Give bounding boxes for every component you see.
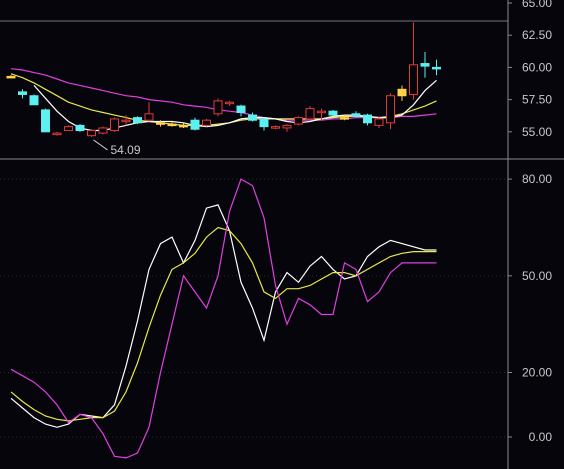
osc-tick-label: 20.00	[522, 366, 552, 380]
candle-body	[374, 118, 384, 126]
price-tick-label: 60.00	[522, 60, 552, 74]
candle-body	[213, 100, 223, 115]
osc-tick-label: 0.00	[529, 430, 553, 444]
candle-body	[52, 132, 62, 136]
candle-body	[167, 123, 177, 127]
candle-body	[271, 126, 280, 129]
osc-tick-label: 50.00	[522, 269, 552, 283]
candle-body	[248, 114, 257, 121]
candle-body	[305, 108, 315, 120]
candle-body	[6, 75, 16, 79]
candle	[87, 129, 96, 137]
candle-body	[144, 113, 154, 121]
candle-body	[363, 114, 372, 124]
candle-body	[121, 119, 131, 123]
chart-background	[0, 0, 564, 469]
candle	[328, 109, 338, 117]
candle-body	[190, 119, 200, 130]
candle-body	[282, 124, 292, 129]
candle-body	[328, 110, 338, 116]
min-annotation-label: 54.09	[111, 143, 141, 157]
candle-body	[351, 113, 361, 117]
candle	[213, 98, 223, 117]
candle-body	[41, 109, 50, 133]
candle-body	[420, 63, 430, 67]
candle	[29, 94, 39, 106]
candle-body	[225, 101, 234, 105]
candle-body	[397, 88, 407, 97]
candle	[202, 118, 211, 127]
candle	[110, 117, 119, 132]
candle-body	[75, 124, 85, 132]
candle-body	[236, 105, 246, 113]
candle-body	[259, 118, 269, 128]
stock-chart: 55.00 57.50 60.00 62.50 65.00 54.09 0.00 20.00…	[0, 0, 564, 469]
candle-body	[133, 117, 142, 124]
price-tick-label: 57.50	[522, 93, 552, 107]
osc-tick-label: 80.00	[522, 172, 552, 186]
candle-body	[179, 124, 188, 128]
candle-body	[340, 117, 349, 120]
candle	[41, 108, 50, 133]
candle-body	[202, 119, 211, 126]
price-tick-label: 62.50	[522, 28, 552, 42]
candle	[294, 116, 303, 126]
candle-body	[317, 110, 326, 114]
candle-body	[110, 118, 119, 132]
price-tick-label: 55.00	[522, 125, 552, 139]
candle	[75, 124, 85, 132]
candle	[305, 106, 315, 121]
candle-body	[98, 127, 108, 134]
candle-body	[294, 117, 303, 125]
candle-body	[87, 130, 96, 137]
candle	[133, 116, 142, 125]
price-tick-label: 65.00	[522, 0, 552, 10]
candle-body	[409, 64, 418, 95]
candle-body	[29, 95, 39, 106]
candle-body	[18, 91, 27, 95]
candle-body	[64, 126, 73, 132]
candle	[98, 126, 108, 135]
candle-body	[156, 122, 165, 125]
candle-body	[386, 95, 395, 124]
candle-body	[432, 66, 441, 70]
